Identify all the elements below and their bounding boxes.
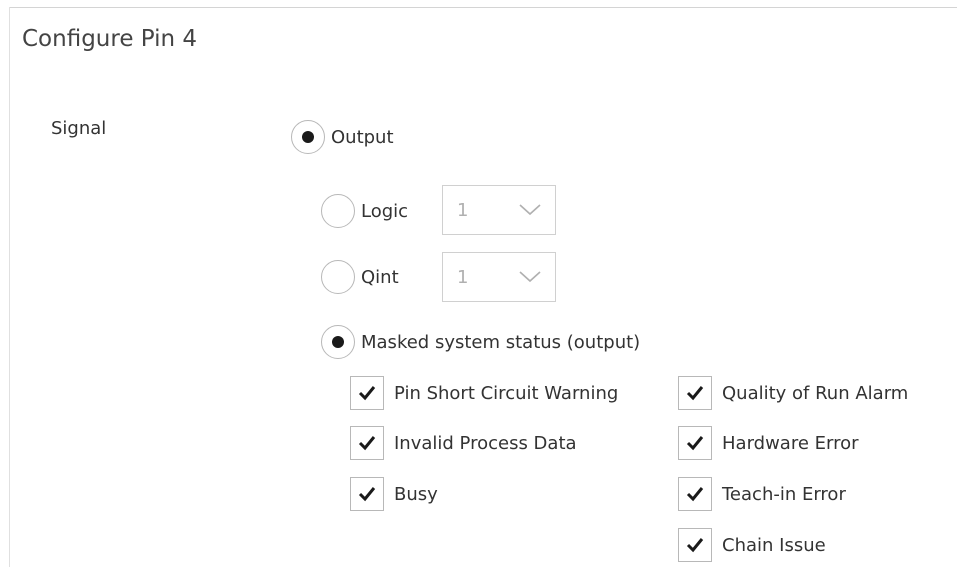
- busy-option[interactable]: Busy: [350, 477, 438, 511]
- signal-label: Signal: [51, 118, 107, 139]
- busy-label: Busy: [394, 483, 438, 505]
- busy-checkbox[interactable]: [350, 477, 384, 511]
- top-divider: [10, 7, 957, 8]
- checkmark-icon: [686, 386, 704, 401]
- output-radio-option[interactable]: Output: [291, 120, 394, 154]
- masked-status-radio-label: Masked system status (output): [361, 331, 641, 353]
- invalid-process-data-option[interactable]: Invalid Process Data: [350, 426, 577, 460]
- quality-of-run-alarm-label: Quality of Run Alarm: [722, 382, 909, 404]
- left-border: [9, 7, 10, 567]
- logic-radio-label: Logic: [361, 200, 409, 222]
- checkmark-icon: [686, 436, 704, 451]
- chevron-down-icon: [519, 271, 541, 283]
- checkmark-icon: [686, 487, 704, 502]
- radio-selected-dot: [332, 336, 344, 348]
- quality-of-run-alarm-option[interactable]: Quality of Run Alarm: [678, 376, 908, 410]
- qint-select-value: 1: [457, 266, 469, 288]
- logic-radio[interactable]: [321, 194, 355, 228]
- chain-issue-label: Chain Issue: [722, 534, 826, 556]
- teach-in-error-label: Teach-in Error: [722, 483, 846, 505]
- hardware-error-label: Hardware Error: [722, 432, 859, 454]
- checkmark-icon: [358, 436, 376, 451]
- chain-issue-checkbox[interactable]: [678, 528, 712, 562]
- quality-of-run-alarm-checkbox[interactable]: [678, 376, 712, 410]
- invalid-process-data-checkbox[interactable]: [350, 426, 384, 460]
- hardware-error-option[interactable]: Hardware Error: [678, 426, 859, 460]
- output-radio[interactable]: [291, 120, 325, 154]
- logic-radio-option[interactable]: Logic: [321, 194, 408, 228]
- pin-short-circuit-warning-label: Pin Short Circuit Warning: [394, 382, 619, 404]
- masked-status-radio-option[interactable]: Masked system status (output): [321, 325, 640, 359]
- pin-short-circuit-warning-checkbox[interactable]: [350, 376, 384, 410]
- teach-in-error-option[interactable]: Teach-in Error: [678, 477, 846, 511]
- output-radio-label: Output: [331, 126, 394, 148]
- logic-select-value: 1: [457, 199, 469, 221]
- teach-in-error-checkbox[interactable]: [678, 477, 712, 511]
- checkmark-icon: [358, 386, 376, 401]
- qint-radio-label: Qint: [361, 266, 399, 288]
- qint-radio[interactable]: [321, 260, 355, 294]
- invalid-process-data-label: Invalid Process Data: [394, 432, 577, 454]
- pin-short-circuit-warning-option[interactable]: Pin Short Circuit Warning: [350, 376, 618, 410]
- hardware-error-checkbox[interactable]: [678, 426, 712, 460]
- qint-radio-option[interactable]: Qint: [321, 260, 399, 294]
- page-title: Configure Pin 4: [22, 26, 198, 52]
- configure-pin-panel: Configure Pin 4 Signal Output Logic 1 Qi…: [0, 0, 957, 567]
- qint-select[interactable]: 1: [442, 252, 556, 302]
- radio-selected-dot: [302, 131, 314, 143]
- checkmark-icon: [686, 538, 704, 553]
- logic-select[interactable]: 1: [442, 185, 556, 235]
- chain-issue-option[interactable]: Chain Issue: [678, 528, 826, 562]
- checkmark-icon: [358, 487, 376, 502]
- masked-status-radio[interactable]: [321, 325, 355, 359]
- chevron-down-icon: [519, 204, 541, 216]
